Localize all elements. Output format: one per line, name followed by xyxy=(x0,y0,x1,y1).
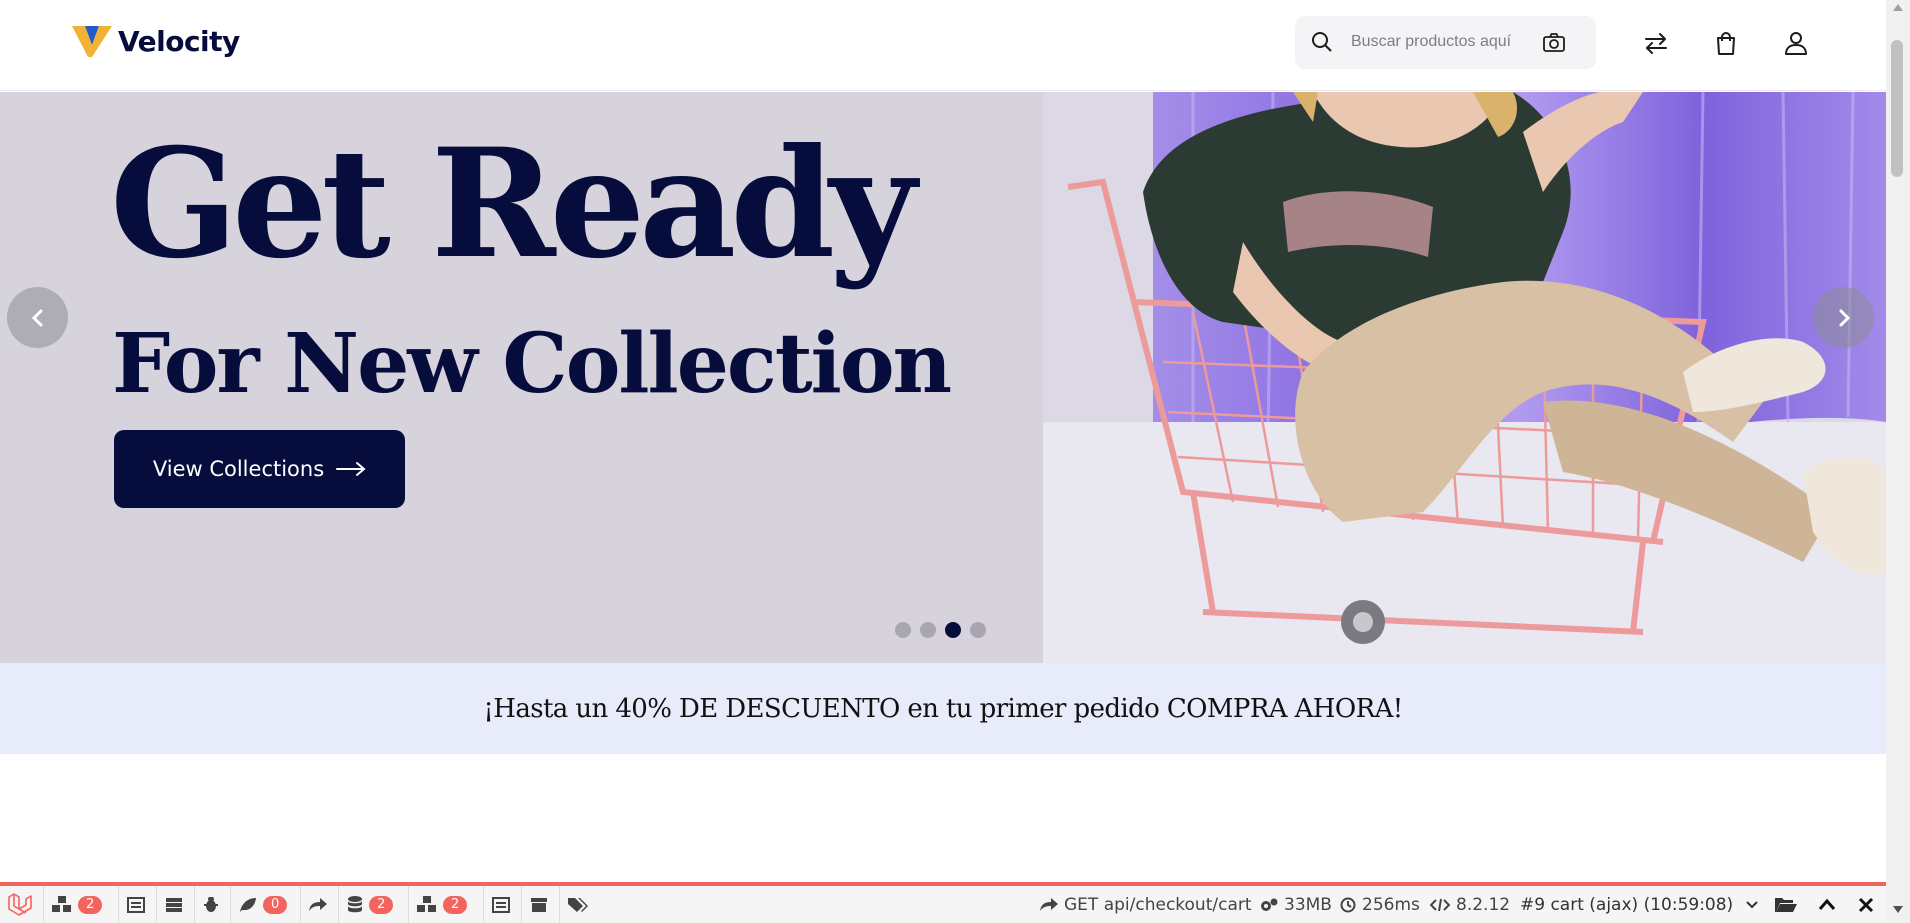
compare-button[interactable] xyxy=(1640,27,1672,59)
archive-icon xyxy=(531,897,547,912)
camera-search-icon[interactable] xyxy=(1541,30,1567,56)
promo-text: ¡Hasta un 40% DE DESCUENTO en tu primer … xyxy=(483,693,1403,724)
carousel-next-button[interactable] xyxy=(1813,287,1874,348)
memory-text: 33MB xyxy=(1284,894,1332,915)
code-icon xyxy=(1430,898,1450,911)
cogs-icon xyxy=(1261,898,1278,911)
chevron-left-icon xyxy=(31,309,42,326)
account-button[interactable] xyxy=(1780,27,1812,59)
badge-count: 2 xyxy=(78,895,103,914)
debug-tab-mails[interactable] xyxy=(484,886,522,923)
hero-carousel: Get Ready For New Collection View Collec… xyxy=(0,92,1886,663)
close-icon xyxy=(1858,897,1874,912)
debug-tab-models[interactable]: 2 xyxy=(44,886,119,923)
debug-tab-cache[interactable] xyxy=(522,886,560,923)
carousel-dot-3[interactable] xyxy=(945,622,961,638)
hero-title: Get Ready xyxy=(110,116,916,292)
time-text: 256ms xyxy=(1362,894,1420,915)
view-collections-button[interactable]: View Collections xyxy=(114,430,405,508)
chevron-down-icon xyxy=(1746,900,1758,908)
scrollbar-thumb[interactable] xyxy=(1891,40,1903,177)
share-icon xyxy=(1040,897,1058,911)
route-text: GET api/checkout/cart xyxy=(1064,894,1252,915)
carousel-dot-1[interactable] xyxy=(895,622,911,638)
compare-arrows-icon xyxy=(1645,33,1667,54)
scroll-down-arrow[interactable] xyxy=(1893,906,1903,913)
search-input[interactable] xyxy=(1351,28,1541,56)
debug-tab-exceptions[interactable] xyxy=(195,886,231,923)
debug-tab-tags[interactable] xyxy=(560,886,598,923)
hero-image xyxy=(1043,92,1886,663)
close-toolbar-button[interactable] xyxy=(1858,886,1874,923)
arrow-right-icon xyxy=(336,462,366,476)
page-scrollbar[interactable] xyxy=(1886,0,1910,923)
chevron-right-icon xyxy=(1839,309,1850,326)
tasks-icon xyxy=(166,897,182,912)
site-header: Velocity xyxy=(0,0,1886,91)
brand-name: Velocity xyxy=(118,24,240,58)
search-icon xyxy=(1312,32,1332,52)
debug-tab-queries[interactable]: 2 xyxy=(339,886,409,923)
section-heading-partial: Th xyxy=(720,860,880,884)
laravel-logo[interactable] xyxy=(0,886,44,923)
database-icon xyxy=(348,895,362,912)
list-icon xyxy=(127,896,145,913)
debug-time-info: 256ms xyxy=(1340,886,1420,923)
debug-tab-route[interactable] xyxy=(301,886,339,923)
request-select-value: #9 cart (ajax) (10:59:08) xyxy=(1520,894,1734,915)
debug-php-info: 8.2.12 xyxy=(1430,886,1510,923)
folder-open-icon xyxy=(1775,898,1797,912)
leaf-icon xyxy=(240,897,256,912)
clock-icon xyxy=(1340,897,1356,912)
debug-tab-messages[interactable] xyxy=(119,886,157,923)
carousel-dot-2[interactable] xyxy=(920,622,936,638)
debug-memory-info: 33MB xyxy=(1260,886,1332,923)
view-collections-label: View Collections xyxy=(152,457,325,481)
debug-tab-models-2[interactable]: 2 xyxy=(409,886,484,923)
promo-banner: ¡Hasta un 40% DE DESCUENTO en tu primer … xyxy=(0,663,1886,754)
restore-toolbar-button[interactable] xyxy=(1818,886,1836,923)
badge-count: 2 xyxy=(369,895,394,914)
list-icon xyxy=(492,896,510,913)
shopping-bag-icon xyxy=(1717,32,1735,55)
share-icon xyxy=(309,897,327,911)
chevron-up-icon xyxy=(1818,898,1836,910)
velocity-logo-icon xyxy=(72,26,112,57)
carousel-pagination xyxy=(895,622,986,638)
search-bar xyxy=(1295,16,1596,69)
cart-button[interactable] xyxy=(1710,27,1742,59)
carousel-dot-4[interactable] xyxy=(970,622,986,638)
brand-logo[interactable]: Velocity xyxy=(72,23,240,59)
debug-toolbar: 2 0 2 2 GET api/checkout/cart 33MB 256ms… xyxy=(0,882,1886,923)
debug-route-info: GET api/checkout/cart xyxy=(1040,886,1252,923)
badge-count: 0 xyxy=(263,895,288,914)
carousel-prev-button[interactable] xyxy=(7,287,68,348)
request-select[interactable]: #9 cart (ajax) (10:59:08) xyxy=(1512,886,1767,923)
tags-icon xyxy=(568,897,588,912)
user-icon xyxy=(1785,32,1807,55)
laravel-icon xyxy=(8,892,32,916)
scroll-up-arrow[interactable] xyxy=(1893,4,1903,11)
open-handler-button[interactable] xyxy=(1775,886,1797,923)
cubes-icon xyxy=(417,895,436,912)
cubes-icon xyxy=(52,895,71,912)
bug-icon xyxy=(204,896,218,912)
debug-tab-timeline[interactable] xyxy=(157,886,195,923)
php-version-text: 8.2.12 xyxy=(1456,894,1511,915)
badge-count: 2 xyxy=(443,895,468,914)
hero-subtitle: For New Collection xyxy=(112,316,952,412)
debug-tab-views[interactable]: 0 xyxy=(231,886,301,923)
